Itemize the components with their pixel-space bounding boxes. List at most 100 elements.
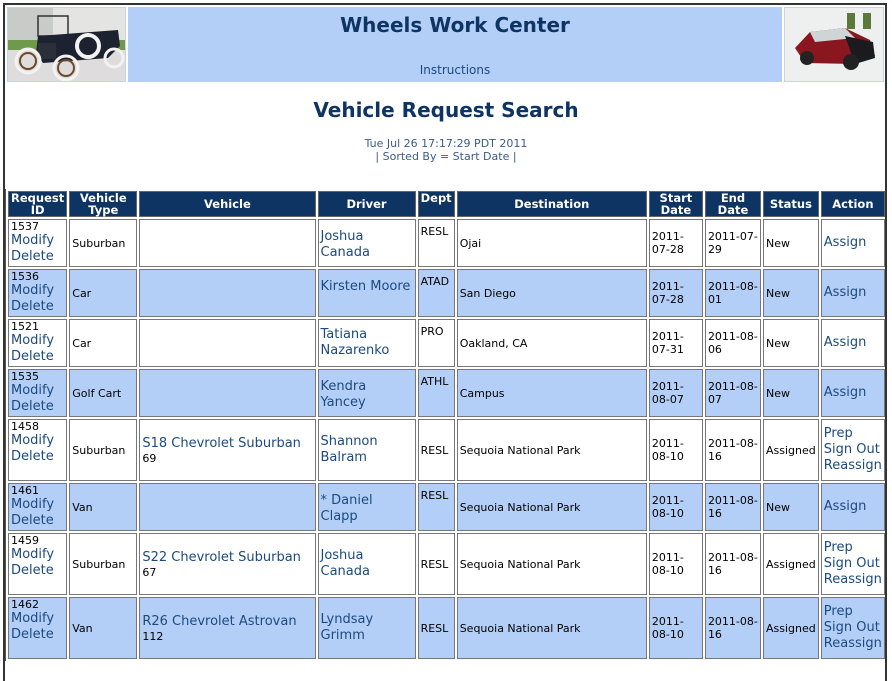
delete-link[interactable]: Delete	[11, 449, 64, 465]
request-id-cell: 1537 Modify Delete	[8, 219, 68, 267]
page-title: Vehicle Request Search	[313, 98, 579, 122]
reassign-link[interactable]: Reassign	[824, 636, 882, 652]
reassign-link[interactable]: Reassign	[824, 458, 882, 474]
vehicle-cell	[139, 219, 316, 267]
vehicle-type-cell: Car	[69, 319, 138, 367]
driver-cell: Joshua Canada	[317, 219, 416, 267]
driver-link[interactable]: Joshua Canada	[321, 548, 370, 579]
sign-out-link[interactable]: Sign Out	[824, 442, 882, 458]
request-id: 1462	[11, 598, 39, 611]
action-cell: Assign	[820, 219, 885, 267]
column-header[interactable]: Dept	[417, 191, 455, 217]
driver-link[interactable]: Lyndsay Grimm	[321, 612, 374, 643]
action-cell: Assign	[820, 319, 885, 367]
start-date-cell: 2011-08-10	[648, 419, 703, 481]
vehicle-type-cell: Suburban	[69, 219, 138, 267]
column-header[interactable]: Request ID	[8, 191, 68, 217]
driver-link[interactable]: Tatiana Nazarenko	[321, 327, 390, 358]
delete-link[interactable]: Delete	[11, 399, 64, 415]
vintage-car-image	[7, 7, 126, 82]
prep-link[interactable]: Prep	[824, 540, 882, 556]
vehicle-cell: S22 Chevrolet Suburban 67	[139, 533, 316, 595]
header-banner: Wheels Work Center Instructions	[5, 5, 886, 83]
assign-link[interactable]: Assign	[824, 285, 882, 301]
end-date-cell: 2011-08-16	[704, 533, 761, 595]
assign-link[interactable]: Assign	[824, 499, 882, 515]
driver-link[interactable]: Kirsten Moore	[321, 279, 411, 294]
reassign-link[interactable]: Reassign	[824, 572, 882, 588]
modify-link[interactable]: Modify	[11, 611, 64, 627]
assign-link[interactable]: Assign	[824, 335, 882, 351]
driver-link[interactable]: Kendra Yancey	[321, 379, 367, 410]
delete-link[interactable]: Delete	[11, 349, 64, 365]
request-id-cell: 1521 Modify Delete	[8, 319, 68, 367]
driver-cell: Kirsten Moore	[317, 269, 416, 317]
modify-link[interactable]: Modify	[11, 283, 64, 299]
requests-table: Request ID Vehicle Type Vehicle Driver D…	[5, 189, 887, 661]
delete-link[interactable]: Delete	[11, 627, 64, 643]
action-cell: Prep Sign Out Reassign	[820, 597, 885, 659]
instructions-link[interactable]: Instructions	[128, 63, 782, 77]
request-id: 1458	[11, 420, 39, 433]
vehicle-cell: S18 Chevrolet Suburban 69	[139, 419, 316, 481]
vehicle-link[interactable]: R26 Chevrolet Astrovan	[142, 614, 296, 629]
driver-link[interactable]: Joshua Canada	[321, 229, 370, 260]
end-date-cell: 2011-07-29	[704, 219, 761, 267]
modify-link[interactable]: Modify	[11, 497, 64, 513]
modify-link[interactable]: Modify	[11, 233, 64, 249]
delete-link[interactable]: Delete	[11, 299, 64, 315]
action-cell: Assign	[820, 269, 885, 317]
modify-link[interactable]: Modify	[11, 333, 64, 349]
table-row: 1462 Modify Delete Van R26 Chevrolet Astrova…	[8, 597, 885, 659]
start-date-cell: 2011-08-10	[648, 483, 703, 531]
column-header[interactable]: Vehicle Type	[69, 191, 138, 217]
request-id-cell: 1536 Modify Delete	[8, 269, 68, 317]
column-header[interactable]: End Date	[704, 191, 761, 217]
assign-link[interactable]: Assign	[824, 385, 882, 401]
delete-link[interactable]: Delete	[11, 513, 64, 529]
table-row: 1536 Modify Delete Car Kirsten Moore ATAD San …	[8, 269, 885, 317]
driver-cell: * Daniel Clapp	[317, 483, 416, 531]
modify-link[interactable]: Modify	[11, 547, 64, 563]
column-header[interactable]: Driver	[317, 191, 416, 217]
assign-link[interactable]: Assign	[824, 235, 882, 251]
app-title: Wheels Work Center	[340, 13, 570, 37]
vehicle-number: 69	[142, 451, 157, 465]
status-cell: New	[762, 269, 819, 317]
column-header[interactable]: Action	[820, 191, 885, 217]
delete-link[interactable]: Delete	[11, 563, 64, 579]
vehicle-cell: R26 Chevrolet Astrovan 112	[139, 597, 316, 659]
request-id: 1521	[11, 320, 39, 333]
column-header[interactable]: Destination	[456, 191, 647, 217]
request-id: 1535	[11, 370, 39, 383]
driver-link[interactable]: Shannon Balram	[321, 434, 378, 465]
destination-cell: Campus	[456, 369, 647, 417]
column-header[interactable]: Status	[762, 191, 819, 217]
sign-out-link[interactable]: Sign Out	[824, 556, 882, 572]
vehicle-number: 67	[142, 565, 157, 579]
destination-cell: San Diego	[456, 269, 647, 317]
prep-link[interactable]: Prep	[824, 604, 882, 620]
start-date-cell: 2011-07-28	[648, 269, 703, 317]
vehicle-type-cell: Suburban	[69, 533, 138, 595]
sign-out-link[interactable]: Sign Out	[824, 620, 882, 636]
column-header[interactable]: Vehicle	[139, 191, 316, 217]
modify-link[interactable]: Modify	[11, 383, 64, 399]
driver-cell: Tatiana Nazarenko	[317, 319, 416, 367]
end-date-cell: 2011-08-06	[704, 319, 761, 367]
vehicle-type-cell: Van	[69, 483, 138, 531]
column-header[interactable]: Start Date	[648, 191, 703, 217]
driver-link[interactable]: * Daniel Clapp	[321, 493, 373, 524]
destination-cell: Sequoia National Park	[456, 483, 647, 531]
vehicle-link[interactable]: S22 Chevrolet Suburban	[142, 550, 301, 565]
prep-link[interactable]: Prep	[824, 426, 882, 442]
table-header-row: Request ID Vehicle Type Vehicle Driver D…	[8, 191, 885, 217]
vehicle-type-cell: Car	[69, 269, 138, 317]
modify-link[interactable]: Modify	[11, 433, 64, 449]
vehicle-cell	[139, 319, 316, 367]
vehicle-cell	[139, 369, 316, 417]
action-cell: Assign	[820, 369, 885, 417]
sports-car-image	[784, 7, 884, 82]
vehicle-link[interactable]: S18 Chevrolet Suburban	[142, 436, 301, 451]
delete-link[interactable]: Delete	[11, 249, 64, 265]
